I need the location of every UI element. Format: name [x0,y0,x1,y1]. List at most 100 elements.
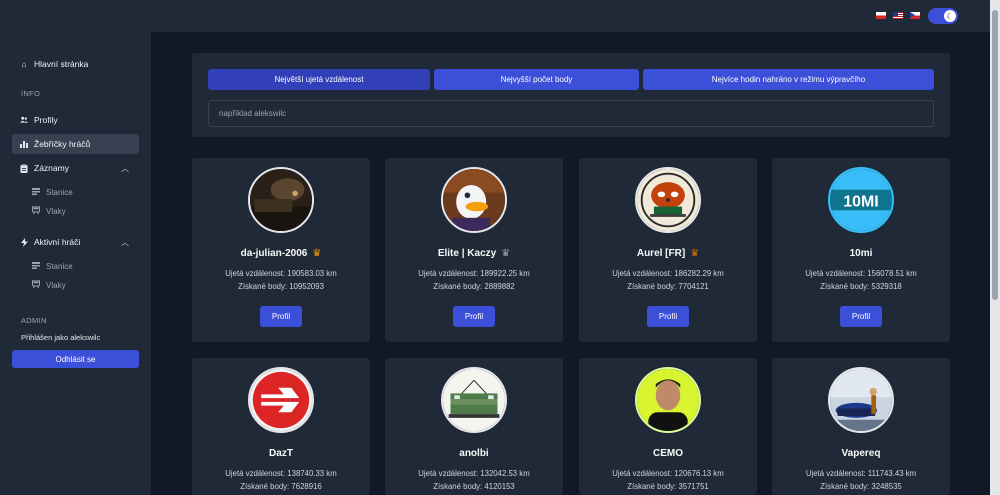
player-avatar[interactable] [635,367,701,433]
player-points: Získané body: 7628916 [240,482,322,491]
filter-panel: Největší ujetá vzdálenost Nejvyšší počet… [192,53,950,137]
player-card: Aurel [FR] ♛ Ujetá vzdálenost: 186282.29… [579,158,757,342]
player-name-row: DazT [192,448,370,459]
sidebar-subitem-label: Vlaky [46,280,66,290]
player-points: Získané body: 5329318 [820,282,902,291]
station-icon [32,188,40,197]
sidebar-subitem-records-stations[interactable]: Stanice [32,188,73,197]
player-avatar[interactable] [248,167,314,233]
bar-chart-icon [20,140,28,148]
player-name: anolbi [459,448,489,459]
train-icon [32,279,40,290]
sidebar-subitem-active-stations[interactable]: Stanice [32,262,73,271]
player-distance: Ujetá vzdálenost: 120676.13 km [612,469,724,478]
player-distance: Ujetá vzdálenost: 138740.33 km [225,469,337,478]
logged-in-text: Přihlášen jako alekswilc [21,333,101,342]
sidebar-item-label: Aktivní hráči [34,237,81,247]
player-name: da-julian-2006 [240,248,308,259]
player-distance: Ujetá vzdálenost: 111743.43 km [805,469,917,478]
player-name: DazT [269,448,293,459]
player-card: Vapereq Ujetá vzdálenost: 111743.43 km Z… [772,358,950,495]
player-card: da-julian-2006 ♛ Ujetá vzdálenost: 19058… [192,158,370,342]
player-name-row: anolbi [385,448,563,459]
player-distance: Ujetá vzdálenost: 156078.51 km [805,269,917,278]
player-name-row: Vapereq [772,448,950,459]
player-card: Elite | Kaczy ♛ Ujetá vzdálenost: 189922… [385,158,563,342]
player-points: Získané body: 7704121 [627,282,709,291]
player-avatar[interactable]: 10MI [828,167,894,233]
player-name-row: CEMO [579,448,757,459]
player-points: Získané body: 10952093 [238,282,324,291]
sidebar-item-label: Profily [34,115,58,125]
player-card: 10MI 10mi Ujetá vzdálenost: 156078.51 km… [772,158,950,342]
player-points: Získané body: 3571751 [627,482,709,491]
player-name-row: da-julian-2006 ♛ [192,248,370,259]
section-label-admin: ADMIN [21,316,47,325]
player-card: CEMO Ujetá vzdálenost: 120676.13 km Získ… [579,358,757,495]
player-points: Získané body: 2889882 [433,282,515,291]
profile-button[interactable]: Profil [647,306,689,327]
sidebar-item-label: Záznamy [34,163,69,173]
crown-bronze-icon: ♛ [690,247,700,259]
player-avatar[interactable] [635,167,701,233]
scrollbar-thumb[interactable] [992,10,998,300]
clipboard-icon [20,163,28,173]
sidebar-item-home[interactable]: ⌂ Hlavní stránka [12,54,139,74]
player-avatar[interactable] [828,367,894,433]
section-label-info: INFO [21,89,41,98]
train-icon [32,205,40,216]
sidebar-item-label: Žebříčky hráčů [34,139,91,149]
flag-pl-icon[interactable] [876,12,886,19]
player-distance: Ujetá vzdálenost: 186282.29 km [612,269,724,278]
crown-gold-icon: ♛ [312,247,322,259]
player-name-row: Aurel [FR] ♛ [579,248,757,259]
theme-toggle[interactable]: ☾ [928,8,958,24]
sidebar-item-active-players[interactable]: Aktivní hráči ︿ [12,232,139,252]
player-distance: Ujetá vzdálenost: 132042.53 km [418,469,530,478]
filter-dispatcher-button[interactable]: Nejvíce hodin nahráno v režimu výpravčíh… [643,69,934,90]
language-switcher [876,12,920,19]
profile-button[interactable]: Profil [260,306,302,327]
sidebar-subitem-records-trains[interactable]: Vlaky [32,205,66,216]
player-name: CEMO [653,448,683,459]
player-card: DazT Ujetá vzdálenost: 138740.33 km Získ… [192,358,370,495]
flag-us-icon[interactable] [893,12,903,19]
player-name: 10mi [849,248,873,259]
crown-silver-icon: ♛ [501,247,511,259]
flag-cz-icon[interactable] [910,12,920,19]
moon-icon: ☾ [944,10,956,22]
player-points: Získané body: 3248535 [820,482,902,491]
player-avatar[interactable] [441,167,507,233]
logout-button[interactable]: Odhlásit se [12,350,139,368]
profile-button[interactable]: Profil [453,306,495,327]
sidebar-subitem-label: Stanice [46,262,73,271]
search-input[interactable] [208,100,934,127]
home-icon: ⌂ [21,59,27,69]
filter-distance-button[interactable]: Největší ujetá vzdálenost [208,69,430,90]
sidebar-subitem-label: Vlaky [46,206,66,216]
filter-points-button[interactable]: Nejvyšší počet body [434,69,639,90]
sidebar-item-records[interactable]: Záznamy ︿ [12,158,139,178]
player-name: Aurel [FR] [636,248,686,259]
station-icon [32,262,40,271]
bolt-icon [20,237,28,247]
sidebar-item-label: Hlavní stránka [34,59,89,69]
profile-button[interactable]: Profil [840,306,882,327]
player-name: Vapereq [841,448,881,459]
player-name-row: Elite | Kaczy ♛ [385,248,563,259]
sidebar-item-profiles[interactable]: Profily [12,110,139,130]
scrollbar[interactable] [990,0,1000,495]
main-content: Největší ujetá vzdálenost Nejvyšší počet… [151,32,990,495]
chevron-up-icon[interactable]: ︿ [121,237,129,248]
top-bar: ☾ [0,0,990,32]
sidebar-subitem-active-trains[interactable]: Vlaky [32,279,66,290]
player-avatar[interactable] [248,367,314,433]
player-distance: Ujetá vzdálenost: 190583.03 km [225,269,337,278]
users-icon [20,116,28,124]
sidebar-item-leaderboards[interactable]: Žebříčky hráčů [12,134,139,154]
player-points: Získané body: 4120153 [433,482,515,491]
player-name-row: 10mi [772,248,950,259]
chevron-up-icon[interactable]: ︿ [121,163,129,174]
player-card: anolbi Ujetá vzdálenost: 132042.53 km Zí… [385,358,563,495]
player-avatar[interactable] [441,367,507,433]
